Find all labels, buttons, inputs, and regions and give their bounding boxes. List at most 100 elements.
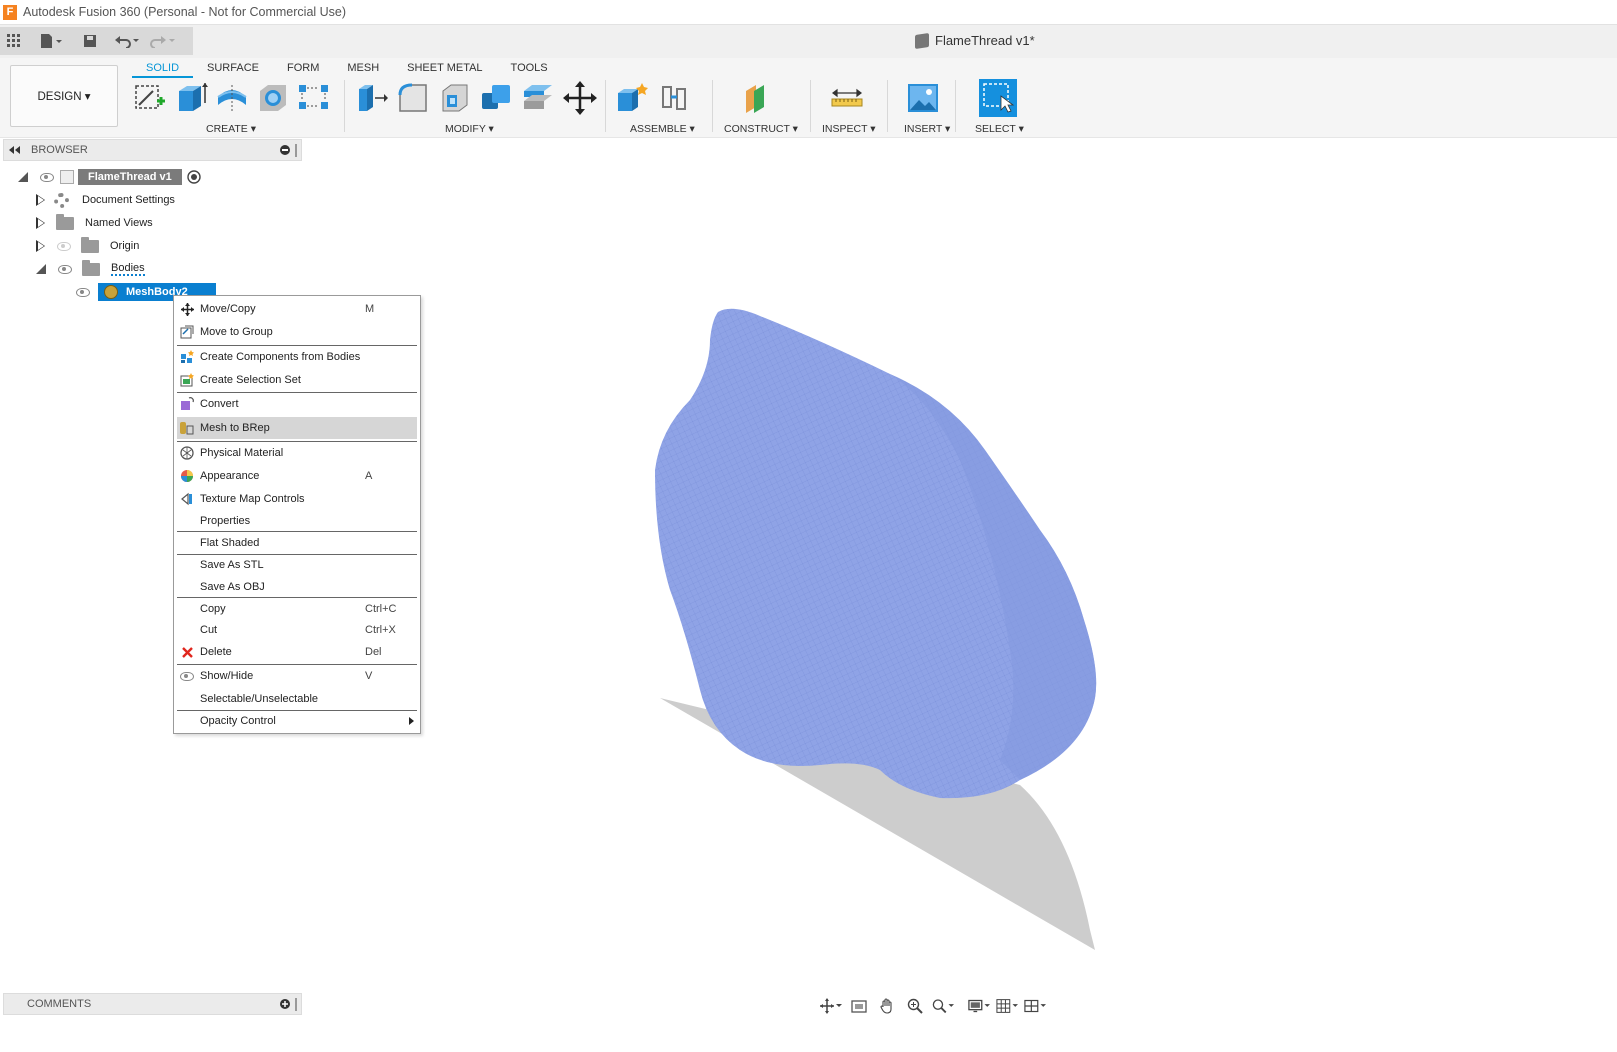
shell-icon[interactable]: [437, 81, 471, 115]
grid-settings-icon[interactable]: [996, 997, 1018, 1015]
tab-tools[interactable]: TOOLS: [497, 58, 562, 78]
menu-item-show-hide[interactable]: Show/Hide V: [177, 665, 417, 687]
component-cube-icon: [915, 32, 929, 49]
save-icon[interactable]: [76, 29, 104, 53]
revolve-icon[interactable]: [215, 81, 249, 115]
expanded-triangle-icon[interactable]: [18, 172, 28, 182]
tree-item-bodies[interactable]: Bodies: [36, 259, 145, 279]
quick-access-bar: FlameThread v1*: [0, 25, 1617, 58]
assemble-menu[interactable]: ASSEMBLE ▾: [630, 123, 695, 135]
menu-item-create-components[interactable]: Create Components from Bodies: [177, 346, 417, 368]
display-settings-icon[interactable]: [968, 997, 990, 1015]
visibility-eye-icon[interactable]: [40, 172, 54, 182]
insert-image-icon[interactable]: [906, 81, 940, 115]
pattern-icon[interactable]: [297, 81, 331, 115]
submenu-arrow-icon: [409, 717, 414, 725]
menu-item-save-as-stl[interactable]: Save As STL: [177, 554, 417, 576]
document-tab[interactable]: FlameThread v1*: [915, 32, 1035, 49]
offset-face-icon[interactable]: [521, 81, 555, 115]
data-panel-grid-icon[interactable]: [0, 29, 28, 53]
measure-icon[interactable]: [830, 81, 864, 115]
tab-form[interactable]: FORM: [273, 58, 333, 78]
add-comment-icon[interactable]: [280, 999, 290, 1009]
browser-root-label: FlameThread v1: [78, 169, 182, 185]
menu-item-create-selection-set[interactable]: Create Selection Set: [177, 369, 417, 391]
browser-panel-header: BROWSER: [3, 139, 302, 161]
menu-item-copy[interactable]: Copy Ctrl+C: [177, 598, 417, 620]
collapsed-triangle-icon[interactable]: [36, 240, 45, 252]
visibility-eye-icon[interactable]: [76, 287, 90, 297]
mesh-to-brep-icon: [179, 420, 195, 436]
comments-panel-header[interactable]: COMMENTS: [3, 993, 302, 1015]
tree-item-named-views[interactable]: Named Views: [36, 213, 153, 233]
menu-item-properties[interactable]: Properties: [177, 510, 417, 532]
menu-item-convert[interactable]: Convert: [177, 393, 417, 415]
expanded-triangle-icon[interactable]: [36, 264, 46, 274]
minimize-browser-icon[interactable]: [280, 145, 290, 155]
new-component-icon[interactable]: [615, 81, 649, 115]
components-icon: [179, 349, 195, 365]
hole-icon[interactable]: [256, 81, 290, 115]
viewport-3d[interactable]: [600, 290, 1120, 970]
extrude-icon[interactable]: [175, 81, 209, 115]
document-icon: [60, 170, 74, 184]
collapsed-triangle-icon[interactable]: [36, 194, 45, 206]
look-at-icon[interactable]: [848, 997, 870, 1015]
redo-icon[interactable]: [146, 29, 180, 53]
viewports-icon[interactable]: [1024, 997, 1046, 1015]
activate-radio-icon[interactable]: [187, 170, 201, 184]
offset-plane-icon[interactable]: [740, 81, 774, 115]
select-icon[interactable]: [979, 79, 1017, 117]
tree-item-document-settings[interactable]: Document Settings: [36, 190, 175, 210]
fillet-icon[interactable]: [396, 81, 430, 115]
menu-item-save-as-obj[interactable]: Save As OBJ: [177, 576, 417, 598]
ribbon-separator: [605, 80, 606, 132]
menu-item-mesh-to-brep[interactable]: Mesh to BRep: [177, 417, 417, 439]
menu-item-selectable[interactable]: Selectable/Unselectable: [177, 688, 417, 710]
visibility-eye-icon[interactable]: [58, 264, 72, 274]
tab-mesh[interactable]: MESH: [333, 58, 393, 78]
tree-item-origin[interactable]: Origin: [36, 236, 139, 256]
menu-item-physical-material[interactable]: Physical Material: [177, 442, 417, 464]
create-menu[interactable]: CREATE ▾: [206, 123, 256, 135]
fit-zoom-icon[interactable]: [932, 997, 954, 1015]
zoom-icon[interactable]: [904, 997, 926, 1015]
menu-item-cut[interactable]: Cut Ctrl+X: [177, 619, 417, 641]
tab-sheet-metal[interactable]: SHEET METAL: [393, 58, 496, 78]
collapsed-triangle-icon[interactable]: [36, 217, 45, 229]
browser-root-node[interactable]: FlameThread v1: [18, 167, 201, 187]
modify-menu[interactable]: MODIFY ▾: [445, 123, 494, 135]
orbit-icon[interactable]: [820, 997, 842, 1015]
browser-title: BROWSER: [31, 144, 88, 156]
pan-hand-icon[interactable]: [876, 997, 898, 1015]
menu-item-move-copy[interactable]: Move/Copy M: [177, 298, 417, 320]
quick-access-toolbar: [0, 27, 193, 55]
panel-resize-grip[interactable]: [295, 144, 297, 157]
menu-item-opacity-control[interactable]: Opacity Control: [177, 710, 417, 732]
construct-menu[interactable]: CONSTRUCT ▾: [724, 123, 798, 135]
select-menu[interactable]: SELECT ▾: [975, 123, 1024, 135]
joint-icon[interactable]: [657, 81, 691, 115]
collapse-panel-icon[interactable]: [9, 146, 21, 154]
workspace-switcher-button[interactable]: DESIGN ▾: [10, 65, 118, 127]
hidden-eye-icon[interactable]: [57, 241, 71, 251]
menu-item-appearance[interactable]: Appearance A: [177, 465, 417, 487]
tree-item-label: Bodies: [111, 262, 145, 276]
tab-surface[interactable]: SURFACE: [193, 58, 273, 78]
file-menu-icon[interactable]: [34, 29, 68, 53]
menu-item-texture-map-controls[interactable]: Texture Map Controls: [177, 488, 417, 510]
panel-resize-grip[interactable]: [295, 998, 297, 1011]
move-icon: [179, 301, 195, 317]
insert-menu[interactable]: INSERT ▾: [904, 123, 950, 135]
inspect-menu[interactable]: INSPECT ▾: [822, 123, 876, 135]
tab-solid[interactable]: SOLID: [132, 58, 194, 78]
move-copy-icon[interactable]: [563, 81, 597, 115]
menu-item-delete[interactable]: Delete Del: [177, 641, 417, 663]
move-to-group-icon: [179, 324, 195, 340]
undo-icon[interactable]: [110, 29, 144, 53]
menu-item-flat-shaded[interactable]: Flat Shaded: [177, 532, 417, 554]
create-sketch-icon[interactable]: [133, 81, 167, 115]
menu-item-move-to-group[interactable]: Move to Group: [177, 321, 417, 343]
combine-icon[interactable]: [479, 81, 513, 115]
press-pull-icon[interactable]: [355, 81, 389, 115]
